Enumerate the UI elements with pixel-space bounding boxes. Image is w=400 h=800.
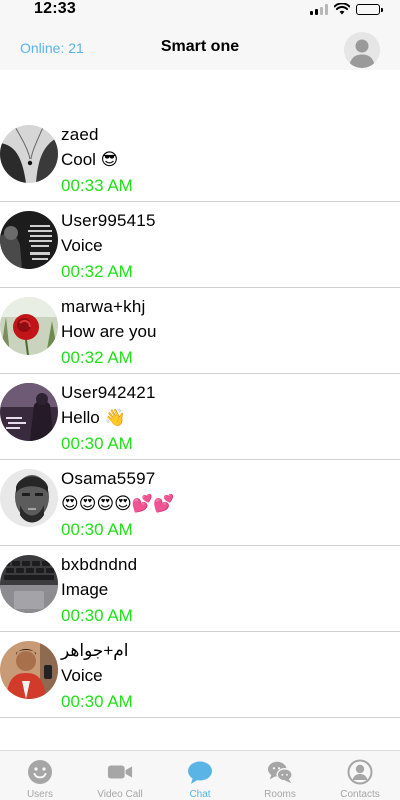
chat-list-item[interactable]: User942421 Hello 👋 00:30 AM: [0, 374, 400, 460]
tab-label: Chat: [189, 789, 211, 800]
chat-name: User995415: [61, 211, 156, 230]
contacts-icon: [347, 759, 373, 785]
chat-list-item[interactable]: User995415 Voice 00:32 AM: [0, 202, 400, 288]
status-time: 12:33: [34, 0, 76, 17]
chat-last-message: Image: [61, 580, 109, 599]
chat-name: bxbdndnd: [61, 555, 138, 574]
tab-bar: Users Video Call Chat Rooms Contacts: [0, 750, 400, 800]
status-bar: 12:33: [0, 0, 400, 20]
tab-label: Users: [26, 789, 54, 800]
page-title: Smart one: [160, 38, 240, 55]
tab-users[interactable]: Users: [0, 751, 80, 800]
tab-label: Video Call: [97, 789, 143, 800]
chat-last-message: 😍😍😍😍💕💕: [61, 494, 175, 513]
wifi-icon: [334, 3, 350, 15]
chat-name: zaed: [61, 125, 99, 144]
chat-time: 00:32 AM: [61, 262, 133, 281]
avatar: [0, 125, 58, 183]
smiley-icon: [27, 759, 53, 785]
chat-list-item[interactable]: bxbdndnd Image 00:30 AM: [0, 546, 400, 632]
chat-time: 00:30 AM: [61, 606, 133, 625]
avatar: [0, 383, 58, 441]
nav-header: Online: 21 Smart one: [0, 20, 400, 70]
tab-rooms[interactable]: Rooms: [240, 751, 320, 800]
cellular-signal-icon: [310, 3, 328, 15]
chat-list: zaed Cool 😎 00:33 AM User995415 Voice 00…: [0, 116, 400, 718]
chat-list-item[interactable]: ام+جواهر Voice 00:30 AM: [0, 632, 400, 718]
chat-list-item[interactable]: marwa+khj How are you 00:32 AM: [0, 288, 400, 374]
chat-list-item[interactable]: Osama5597 😍😍😍😍💕💕 00:30 AM: [0, 460, 400, 546]
chat-last-message: Voice: [61, 666, 103, 685]
avatar: [0, 469, 58, 527]
chat-last-message: Voice: [61, 236, 103, 255]
chat-time: 00:30 AM: [61, 434, 133, 453]
chat-name: User942421: [61, 383, 156, 402]
chat-time: 00:30 AM: [61, 520, 133, 539]
chat-bubble-icon: [187, 759, 213, 785]
battery-icon: [356, 3, 383, 15]
chat-last-message: Cool 😎: [61, 150, 119, 169]
tab-label: Contacts: [340, 789, 380, 800]
tab-contacts[interactable]: Contacts: [320, 751, 400, 800]
tab-video-call[interactable]: Video Call: [80, 751, 160, 800]
avatar: [0, 555, 58, 613]
tab-label: Rooms: [264, 789, 296, 800]
avatar: [0, 641, 58, 699]
chat-time: 00:32 AM: [61, 348, 133, 367]
rooms-icon: [267, 759, 293, 785]
chat-time: 00:30 AM: [61, 692, 133, 711]
chat-name: Osama5597: [61, 469, 156, 488]
tab-chat[interactable]: Chat: [160, 751, 240, 800]
chat-name: ام+جواهر: [61, 641, 129, 660]
profile-avatar-button[interactable]: [344, 32, 380, 68]
user-silhouette-icon: [344, 32, 380, 68]
status-icons: [310, 3, 383, 15]
chat-list-item[interactable]: zaed Cool 😎 00:33 AM: [0, 116, 400, 202]
chat-name: marwa+khj: [61, 297, 146, 316]
chat-last-message: Hello 👋: [61, 408, 126, 427]
avatar: [0, 211, 58, 269]
video-camera-icon: [107, 759, 133, 785]
chat-last-message: How are you: [61, 322, 157, 341]
chat-time: 00:33 AM: [61, 176, 133, 195]
avatar: [0, 297, 58, 355]
